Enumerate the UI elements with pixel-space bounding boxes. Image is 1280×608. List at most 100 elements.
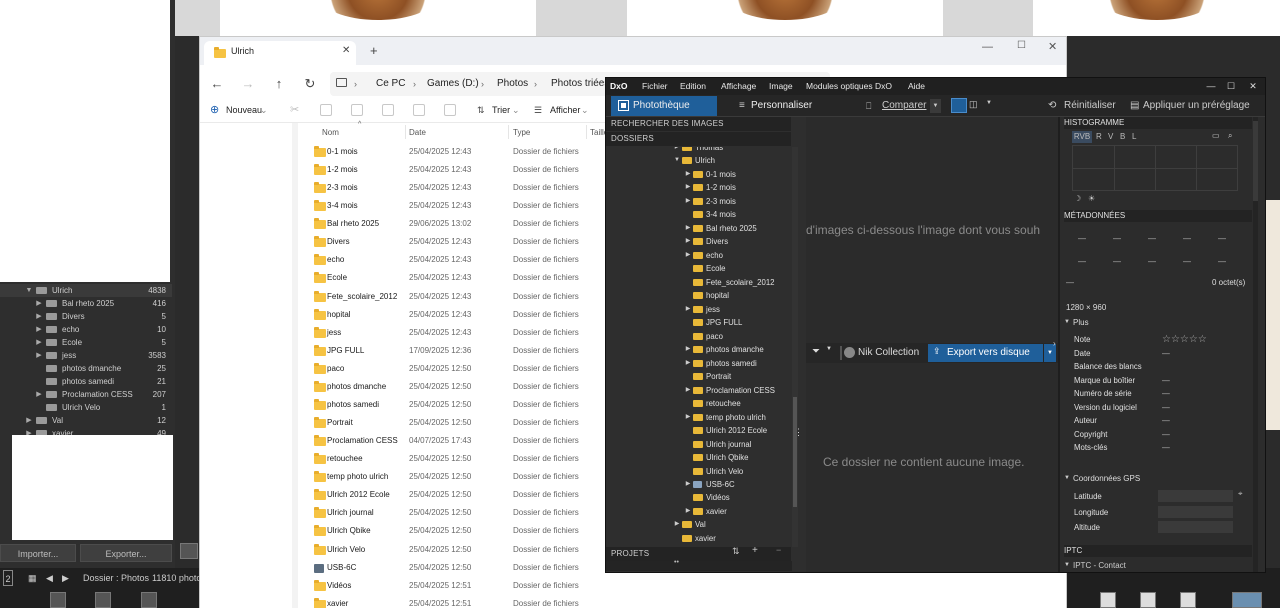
- folder-tree-item[interactable]: Vidéos: [606, 491, 792, 505]
- file-row[interactable]: paco 25/04/2025 12:50 Dossier de fichiers: [314, 360, 614, 378]
- close-window-icon[interactable]: ✕: [1242, 78, 1264, 95]
- folder-tree-item[interactable]: ▶ echo: [606, 249, 792, 263]
- tree-item[interactable]: photos samedi 21: [0, 375, 172, 388]
- file-row[interactable]: Proclamation CESS 04/07/2025 17:43 Dossier…: [314, 432, 614, 450]
- remove-project-icon[interactable]: −: [776, 545, 781, 555]
- tree-item[interactable]: photos dmanche 25: [0, 362, 172, 375]
- file-row[interactable]: Bal rheto 2025 29/06/2025 13:02 Dossier de…: [314, 215, 614, 233]
- channel-l[interactable]: L: [1132, 131, 1136, 143]
- delete-icon[interactable]: [444, 104, 456, 116]
- breadcrumb-item[interactable]: Photos triées: [551, 72, 609, 96]
- folder-tree-item[interactable]: xavier: [606, 532, 792, 546]
- folder-tree-item[interactable]: ▶ photos dmanche: [606, 343, 792, 357]
- sort-button[interactable]: Trier: [492, 97, 510, 123]
- forward-icon[interactable]: →: [240, 76, 256, 92]
- file-row[interactable]: Ulrich 2012 Ecole 25/04/2025 12:50 Dossier…: [314, 486, 614, 504]
- expand-right-icon[interactable]: ›: [1053, 339, 1056, 348]
- folder-tree-item[interactable]: Ulrich journal: [606, 438, 792, 452]
- film-thumbnail[interactable]: [50, 592, 66, 608]
- folder-tree-item[interactable]: ▶ photos samedi: [606, 357, 792, 371]
- latitude-field[interactable]: [1158, 490, 1233, 502]
- expand-arrow-icon[interactable]: ▶: [684, 478, 692, 492]
- file-row[interactable]: 1-2 mois 25/04/2025 12:43 Dossier de fichi…: [314, 161, 614, 179]
- tree-item[interactable]: ▶ jess 3583: [0, 349, 172, 362]
- column-date[interactable]: Date: [409, 125, 426, 141]
- tree-item[interactable]: ▼ Ulrich 4838: [0, 284, 172, 297]
- iptc-contact-section[interactable]: IPTC - Contact: [1073, 561, 1126, 570]
- view-button[interactable]: Afficher: [550, 97, 580, 123]
- iptc-header[interactable]: IPTC: [1064, 545, 1252, 557]
- rename-icon[interactable]: [382, 104, 394, 116]
- page-number[interactable]: 2: [3, 570, 13, 586]
- altitude-field[interactable]: [1158, 521, 1233, 533]
- folder-tree-item[interactable]: ▼ Ulrich: [606, 154, 792, 168]
- cut-icon[interactable]: ✂: [290, 97, 299, 123]
- apply-preset-button[interactable]: Appliquer un préréglage: [1143, 95, 1250, 117]
- expand-arrow-icon[interactable]: ▶: [34, 336, 44, 349]
- file-row[interactable]: Ulrich journal 25/04/2025 12:50 Dossier de…: [314, 504, 614, 522]
- tree-item[interactable]: ▶ Ecole 5: [0, 336, 172, 349]
- tree-item[interactable]: ▶ echo 10: [0, 323, 172, 336]
- file-row[interactable]: temp photo ulrich 25/04/2025 12:50 Dossier…: [314, 468, 614, 486]
- channel-r[interactable]: R: [1096, 131, 1102, 143]
- gps-section[interactable]: Coordonnées GPS: [1073, 474, 1140, 483]
- scrollbar-thumb[interactable]: [1253, 121, 1258, 201]
- file-row[interactable]: Divers 25/04/2025 12:43 Dossier de fichier…: [314, 233, 614, 251]
- expand-arrow-icon[interactable]: ▶: [684, 235, 692, 249]
- folder-tree-item[interactable]: paco: [606, 330, 792, 344]
- file-row[interactable]: 2-3 mois 25/04/2025 12:43 Dossier de fichi…: [314, 179, 614, 197]
- minimize-icon[interactable]: —: [1200, 78, 1222, 95]
- channel-b[interactable]: B: [1120, 131, 1125, 143]
- tree-item[interactable]: ▶ Proclamation CESS 207: [0, 388, 172, 401]
- file-row[interactable]: USB-6C 25/04/2025 12:50 Dossier de fichier…: [314, 559, 614, 577]
- compare-button[interactable]: Comparer: [882, 95, 926, 117]
- file-row[interactable]: echo 25/04/2025 12:43 Dossier de fichiers: [314, 251, 614, 269]
- film-thumbnail[interactable]: [1180, 592, 1196, 608]
- file-row[interactable]: 3-4 mois 25/04/2025 12:43 Dossier de fichi…: [314, 197, 614, 215]
- up-icon[interactable]: ↑: [271, 76, 287, 92]
- file-row[interactable]: xavier 25/04/2025 12:51 Dossier de fichier…: [314, 595, 614, 608]
- projects-scroll[interactable]: ••: [606, 559, 792, 571]
- share-icon[interactable]: [413, 104, 425, 116]
- monitor-icon[interactable]: ▭: [1212, 131, 1220, 140]
- photo-thumbnail[interactable]: [1033, 0, 1280, 36]
- folder-tree-item[interactable]: Ulrich 2012 Ecole: [606, 424, 792, 438]
- close-tab-icon[interactable]: ✕: [342, 45, 350, 56]
- folder-tree-item[interactable]: ▶ jess: [606, 303, 792, 317]
- map-pin-icon[interactable]: ⌖: [1238, 489, 1243, 499]
- paste-icon[interactable]: [351, 104, 363, 116]
- expand-arrow-icon[interactable]: ▶: [684, 181, 692, 195]
- folder-tree-item[interactable]: 3-4 mois: [606, 208, 792, 222]
- back-icon[interactable]: ←: [209, 76, 225, 92]
- folders-section-header[interactable]: DOSSIERS: [606, 132, 791, 146]
- folder-tree-item[interactable]: ▶ USB-6C: [606, 478, 792, 492]
- add-project-icon[interactable]: +: [752, 545, 758, 556]
- expand-arrow-icon[interactable]: ▼: [673, 154, 681, 168]
- file-row[interactable]: 0-1 mois 25/04/2025 12:43 Dossier de fichi…: [314, 143, 614, 161]
- new-icon[interactable]: ⊕: [210, 97, 219, 123]
- expand-arrow-icon[interactable]: ▶: [684, 222, 692, 236]
- rating-stars[interactable]: ☆☆☆☆☆: [1162, 333, 1207, 347]
- channel-rvb[interactable]: RVB: [1072, 131, 1092, 143]
- tree-item[interactable]: ▶ Val 12: [0, 414, 172, 427]
- breadcrumb-item[interactable]: Ce PC: [376, 72, 405, 96]
- drag-handle-icon[interactable]: ••: [674, 559, 679, 566]
- maximize-icon[interactable]: ☐: [1017, 40, 1026, 51]
- export-to-disk-button[interactable]: ⇪ Export vers disque: [928, 344, 1043, 362]
- tree-scrollbar[interactable]: [792, 147, 798, 547]
- folder-tree-item[interactable]: ▶ Proclamation CESS: [606, 384, 792, 398]
- expand-arrow-icon[interactable]: ▶: [34, 297, 44, 310]
- folder-tree-item[interactable]: ▶ Thomas: [606, 147, 792, 155]
- folder-tree-item[interactable]: ▶ xavier: [606, 505, 792, 519]
- tree-item[interactable]: ▶ Bal rheto 2025 416: [0, 297, 172, 310]
- folder-tree-item[interactable]: Ulrich Velo: [606, 465, 792, 479]
- expand-arrow-icon[interactable]: ▶: [684, 249, 692, 263]
- expand-arrow-icon[interactable]: ▶: [684, 505, 692, 519]
- file-row[interactable]: Vidéos 25/04/2025 12:51 Dossier de fichier…: [314, 577, 614, 595]
- folder-tree-item[interactable]: ▶ temp photo ulrich: [606, 411, 792, 425]
- expand-arrow-icon[interactable]: ▶: [34, 388, 44, 401]
- folder-tree-item[interactable]: ▶ Divers: [606, 235, 792, 249]
- folder-tree-item[interactable]: ▶ 1-2 mois: [606, 181, 792, 195]
- split-view-icon[interactable]: ◫: [969, 99, 978, 110]
- film-thumbnail[interactable]: [95, 592, 111, 608]
